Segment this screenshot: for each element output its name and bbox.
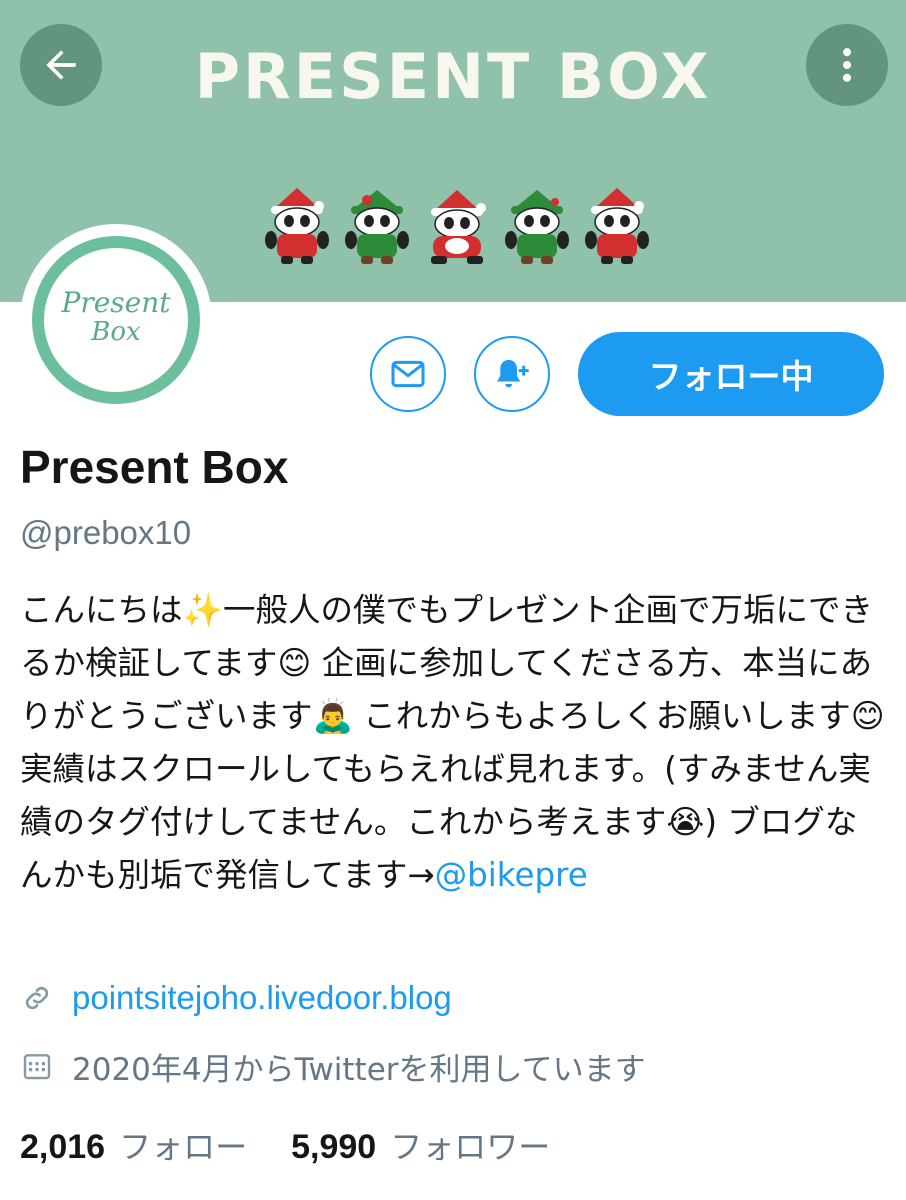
following-label[interactable]: フォロー [119, 1122, 247, 1168]
more-options-button[interactable] [806, 24, 888, 106]
followers-label[interactable]: フォロワー [390, 1122, 550, 1168]
profile-name: Present Box [20, 441, 289, 493]
profile-website[interactable]: pointsitejoho.livedoor.blog [20, 978, 452, 1018]
followers-count[interactable]: 5,990 [291, 1128, 376, 1167]
profile-handle: @prebox10 [20, 514, 192, 551]
profile-bio: こんにちは✨一般人の僕でもプレゼント企画で万垢にできるか検証してます😊 企画に参… [20, 584, 888, 902]
following-button[interactable]: フォロー中 [578, 332, 884, 416]
panda-santa-illustration [265, 188, 649, 264]
following-count[interactable]: 2,016 [20, 1128, 105, 1167]
bio-text: こんにちは✨一般人の僕でもプレゼント企画で万垢にできるか検証してます😊 企画に参… [20, 591, 885, 894]
more-vertical-icon [842, 48, 852, 82]
bell-plus-icon [497, 359, 529, 388]
bio-mention-link[interactable]: @bikepre [435, 856, 588, 894]
calendar-icon [20, 1049, 54, 1083]
profile-joined: 2020年4月からTwitterを利用しています [20, 1046, 646, 1088]
mail-icon [391, 360, 425, 388]
avatar-logo-line2: Box [91, 317, 141, 347]
follow-stats: 2,016 フォロー 5,990 フォロワー [20, 1122, 550, 1168]
notifications-button[interactable] [474, 336, 550, 412]
avatar-logo: Present Box [32, 236, 200, 404]
banner-title: PRESENT BOX [194, 40, 712, 113]
avatar[interactable]: Present Box [20, 224, 212, 416]
message-button[interactable] [370, 336, 446, 412]
avatar-logo-line1: Present [61, 286, 171, 319]
joined-date: 2020年4月からTwitterを利用しています [72, 1051, 646, 1088]
link-icon [20, 981, 54, 1015]
website-link[interactable]: pointsitejoho.livedoor.blog [72, 979, 452, 1017]
